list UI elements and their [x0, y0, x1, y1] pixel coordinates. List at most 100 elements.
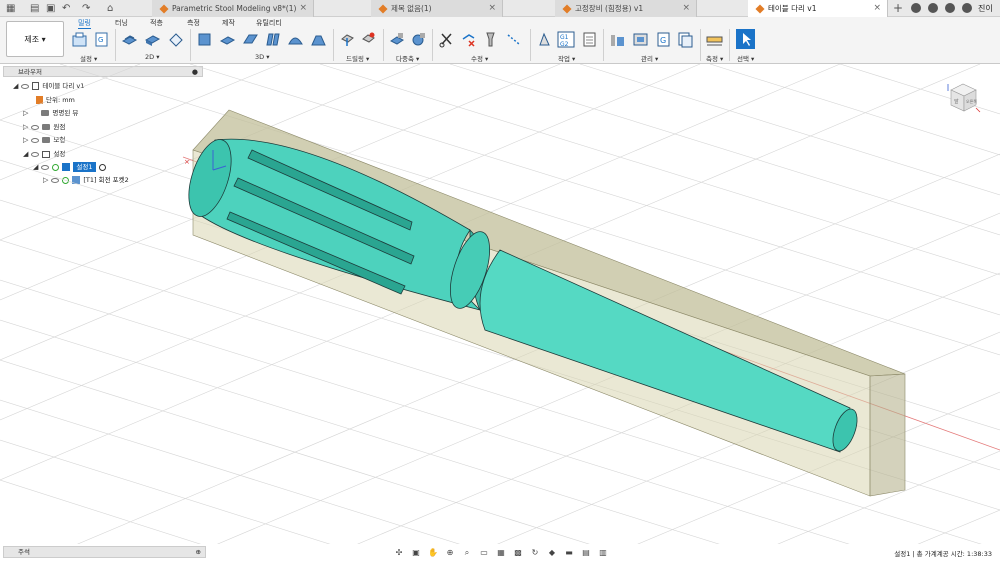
ribbon-separator [115, 29, 116, 61]
design-cube-icon [378, 3, 388, 14]
simulate-icon[interactable] [536, 31, 553, 48]
viewports-icon[interactable]: ▩ [511, 548, 525, 558]
extensions-icon[interactable] [911, 3, 921, 13]
tool-library-icon[interactable] [482, 31, 499, 48]
svg-text:G2: G2 [560, 41, 569, 48]
close-icon[interactable]: × [873, 3, 881, 13]
tab-fabrication[interactable]: 제작 [222, 18, 235, 28]
graphics-viewport[interactable]: × [0, 64, 1000, 544]
tab-additive[interactable]: 적층 [150, 18, 163, 28]
notifications-icon[interactable] [945, 3, 955, 13]
post-process-icon[interactable]: G1G2 [557, 31, 575, 48]
group-select-label[interactable]: 선택 ▾ [737, 53, 754, 63]
setup-icon[interactable] [71, 31, 88, 48]
comments-panel[interactable]: 주석 ⊕ [3, 546, 206, 558]
measure-icon[interactable] [706, 31, 723, 48]
doc-tab-fixture[interactable]: 고정장비 (힘정용) v1 × [555, 0, 697, 17]
simulation-icon[interactable]: ▥ [596, 548, 610, 558]
ribbon-separator [383, 29, 384, 61]
help-icon[interactable] [962, 3, 972, 13]
environment-icon[interactable]: ▬ [562, 548, 576, 558]
2d-pocket-icon[interactable] [144, 31, 161, 48]
rotate-view-icon[interactable]: ↻ [528, 548, 542, 558]
template-library-icon[interactable] [677, 31, 694, 48]
close-icon[interactable]: × [682, 3, 690, 13]
ribbon-separator [190, 29, 191, 61]
group-drilling-label[interactable]: 드릴링 ▾ [346, 53, 369, 63]
app-grid-icon[interactable]: ▦ [6, 2, 15, 15]
redo-icon[interactable]: ↷ [82, 2, 90, 15]
stock-display-icon[interactable]: ▤ [579, 548, 593, 558]
group-manage-label[interactable]: 관리 ▾ [641, 53, 658, 63]
workspace-switcher[interactable]: 제조 ▾ [6, 21, 64, 57]
visual-style-icon[interactable]: ◆ [545, 548, 559, 558]
2d-contour-icon[interactable] [167, 31, 184, 48]
close-icon[interactable]: × [299, 3, 307, 13]
3d-contour-icon[interactable] [264, 31, 281, 48]
hole-recognition-icon[interactable] [360, 31, 377, 48]
home-icon[interactable]: ⌂ [107, 2, 113, 15]
status-bar-text: 설정1 | 총 가계계공 시간: 1:38:33 [894, 550, 992, 558]
tab-turning[interactable]: 터닝 [115, 18, 128, 28]
ribbon-separator [432, 29, 433, 61]
group-2d-label[interactable]: 2D ▾ [145, 53, 159, 61]
drill-icon[interactable] [339, 31, 356, 48]
group-setup-label[interactable]: 설정 ▾ [80, 53, 97, 63]
doc-tab-untitled[interactable]: 제목 없음(1) × [371, 0, 503, 17]
file-menu-icon[interactable]: ▤ [30, 2, 39, 15]
grid-icon[interactable]: ▦ [494, 548, 508, 558]
delete-toolpath-icon[interactable] [460, 31, 477, 48]
group-modify-label[interactable]: 수정 ▾ [471, 53, 488, 63]
look-at-icon[interactable]: ▣ [409, 548, 423, 558]
job-status-icon[interactable] [928, 3, 938, 13]
display-settings-icon[interactable]: ▭ [477, 548, 491, 558]
svg-text:G: G [660, 36, 666, 45]
machine-library-icon[interactable] [632, 31, 649, 48]
orbit-icon[interactable]: ✣ [392, 548, 406, 558]
pan-icon[interactable]: ✋ [426, 548, 440, 558]
ribbon-separator [700, 29, 701, 61]
3d-adaptive-icon[interactable] [196, 31, 213, 48]
tab-milling[interactable]: 밀링 [78, 18, 91, 29]
nc-program-icon[interactable]: G [93, 31, 110, 48]
fit-icon[interactable]: ⌕ [460, 548, 474, 558]
doc-tab-stool[interactable]: Parametric Stool Modeling v8*(1) × [152, 0, 314, 17]
svg-text:G1: G1 [560, 34, 569, 41]
undo-icon[interactable]: ↶ [62, 2, 70, 15]
ribbon-toolbar: 제조 ▾ 밀링 터닝 적층 측정 제작 유틸리티 G 설정 ▾ 2D ▾ 3D … [0, 17, 1000, 64]
new-tab-icon[interactable]: + [893, 2, 903, 15]
3d-steep-shallow-icon[interactable] [310, 31, 327, 48]
group-3d-label[interactable]: 3D ▾ [255, 53, 269, 61]
3d-pocket-icon[interactable] [219, 31, 236, 48]
post-library-icon[interactable]: G [655, 31, 672, 48]
swarf-icon[interactable] [389, 31, 406, 48]
tool-library-manage-icon[interactable] [609, 31, 626, 48]
multi-axis-contour-icon[interactable] [410, 31, 427, 48]
view-cube-front-label: 앞 [954, 98, 959, 105]
add-comment-icon[interactable]: ⊕ [196, 547, 201, 558]
close-icon[interactable]: × [488, 3, 496, 13]
setup-sheet-icon[interactable] [581, 31, 598, 48]
edit-toolpath-icon[interactable] [505, 31, 522, 48]
tab-inspection[interactable]: 측정 [187, 18, 200, 28]
zoom-icon[interactable]: ⊕ [443, 548, 457, 558]
2d-adaptive-icon[interactable] [121, 31, 138, 48]
window-title-bar: ▦ ▤ ▣ ↶ ↷ ⌂ Parametric Stool Modeling v8… [0, 0, 1000, 17]
tab-utilities[interactable]: 유틸리티 [256, 18, 282, 28]
3d-scallop-icon[interactable] [287, 31, 304, 48]
x-axis-label: × [184, 158, 190, 166]
group-multiaxis-label[interactable]: 다중축 ▾ [396, 53, 419, 63]
save-icon[interactable]: ▣ [46, 2, 55, 15]
group-actions-label[interactable]: 작업 ▾ [558, 53, 575, 63]
doc-tab-table-leg[interactable]: 테이블 다리 v1 × [748, 0, 888, 17]
3d-parallel-icon[interactable] [242, 31, 259, 48]
ribbon-separator [603, 29, 604, 61]
cut-icon[interactable] [438, 31, 455, 48]
design-cube-icon [159, 3, 169, 14]
group-inspect-label[interactable]: 측정 ▾ [706, 53, 723, 63]
view-cube[interactable]: 앞 오른쪽 [943, 78, 983, 118]
view-cube-right-label: 오른쪽 [966, 98, 977, 104]
select-icon[interactable] [736, 29, 755, 49]
user-account[interactable]: 진이 [978, 3, 993, 14]
svg-text:G: G [98, 36, 103, 44]
